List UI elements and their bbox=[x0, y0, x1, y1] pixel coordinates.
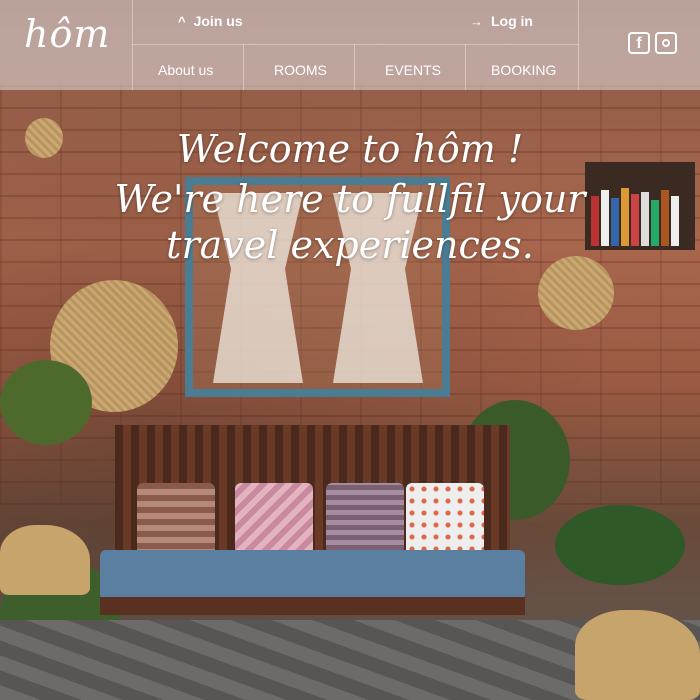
join-us-label: Join us bbox=[193, 13, 243, 29]
plant-left bbox=[0, 360, 92, 445]
hero-heading: Welcome to hôm ! We're here to fullfil y… bbox=[0, 122, 700, 268]
log-in-label: Log in bbox=[491, 13, 533, 29]
bench-rail bbox=[100, 597, 525, 615]
straw-bale-left bbox=[0, 525, 90, 595]
navbar-divider bbox=[354, 44, 355, 90]
brand-logo[interactable]: hôm bbox=[24, 12, 110, 56]
login-icon: → bbox=[470, 14, 483, 29]
join-us-link[interactable]: ^ Join us bbox=[178, 13, 243, 29]
bench-cushion bbox=[100, 550, 525, 600]
log-in-link[interactable]: → Log in bbox=[470, 13, 533, 29]
pillow bbox=[326, 483, 404, 555]
instagram-icon[interactable] bbox=[655, 32, 677, 54]
instagram-lens bbox=[662, 39, 670, 47]
top-navbar: hôm ^ Join us → Log in About us ROOMS EVEN… bbox=[0, 0, 700, 90]
chevron-up-icon: ^ bbox=[178, 14, 186, 29]
navbar-divider bbox=[465, 44, 466, 90]
straw-bale-right bbox=[575, 610, 700, 700]
nav-about-us[interactable]: About us bbox=[158, 62, 213, 78]
nav-booking[interactable]: BOOKING bbox=[491, 62, 556, 78]
hero-tagline-text: We're here to fullfil your travel experi… bbox=[114, 177, 586, 267]
hero-welcome-text: Welcome to hôm ! bbox=[176, 127, 524, 171]
pillow bbox=[406, 483, 484, 555]
bench-decoration bbox=[100, 425, 525, 625]
page: Welcome to hôm ! We're here to fullfil y… bbox=[0, 0, 700, 700]
plant-bottom-right bbox=[555, 505, 685, 585]
navbar-divider bbox=[243, 44, 244, 90]
facebook-icon[interactable]: f bbox=[628, 32, 650, 54]
pillow bbox=[235, 483, 313, 555]
nav-rooms[interactable]: ROOMS bbox=[274, 62, 327, 78]
nav-events[interactable]: EVENTS bbox=[385, 62, 441, 78]
pillow bbox=[137, 483, 215, 555]
navbar-divider bbox=[132, 44, 578, 45]
navbar-divider bbox=[132, 0, 133, 90]
navbar-divider bbox=[578, 0, 579, 90]
